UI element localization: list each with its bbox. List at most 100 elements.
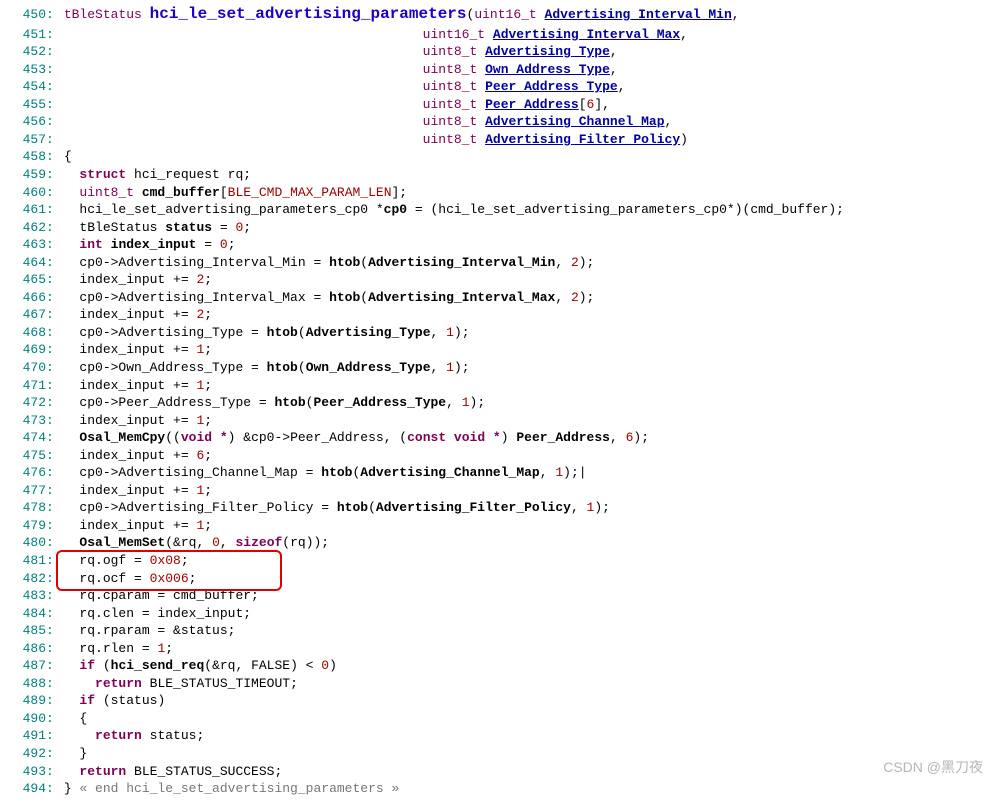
line-number: 462 xyxy=(0,219,46,237)
code-line: 490: { xyxy=(0,710,993,728)
code-content: cp0->Advertising_Filter_Policy = htob(Ad… xyxy=(64,499,610,517)
code-line: 474: Osal_MemCpy((void *) &cp0->Peer_Add… xyxy=(0,429,993,447)
code-content: Osal_MemSet(&rq, 0, sizeof(rq)); xyxy=(64,534,329,552)
line-number: 461 xyxy=(0,201,46,219)
code-content: cp0->Advertising_Interval_Max = htob(Adv… xyxy=(64,289,595,307)
code-content: cp0->Advertising_Type = htob(Advertising… xyxy=(64,324,470,342)
code-line: 481: rq.ogf = 0x08; xyxy=(0,552,993,570)
line-number: 482 xyxy=(0,570,46,588)
code-line: 457: uint8_t Advertising_Filter_Policy) xyxy=(0,131,993,149)
line-number: 475 xyxy=(0,447,46,465)
code-content: cp0->Advertising_Interval_Min = htob(Adv… xyxy=(64,254,595,272)
line-number: 490 xyxy=(0,710,46,728)
code-content: index_input += 1; xyxy=(64,517,212,535)
code-line: 488: return BLE_STATUS_TIMEOUT; xyxy=(0,675,993,693)
code-line: 469: index_input += 1; xyxy=(0,341,993,359)
line-number: 484 xyxy=(0,605,46,623)
code-line: 484: rq.clen = index_input; xyxy=(0,605,993,623)
code-content: index_input += 1; xyxy=(64,412,212,430)
code-line: 470: cp0->Own_Address_Type = htob(Own_Ad… xyxy=(0,359,993,377)
line-number: 453 xyxy=(0,61,46,79)
line-number: 456 xyxy=(0,113,46,131)
code-content: } « end hci_le_set_advertising_parameter… xyxy=(64,780,399,798)
code-content: index_input += 6; xyxy=(64,447,212,465)
line-number: 450 xyxy=(0,6,46,24)
line-number: 487 xyxy=(0,657,46,675)
code-line: 482: rq.ocf = 0x006; xyxy=(0,570,993,588)
code-content: uint8_t Peer_Address[6], xyxy=(64,96,610,114)
line-number: 480 xyxy=(0,534,46,552)
code-content: rq.ogf = 0x08; xyxy=(64,552,189,570)
line-number: 481 xyxy=(0,552,46,570)
line-number: 465 xyxy=(0,271,46,289)
code-line: 476: cp0->Advertising_Channel_Map = htob… xyxy=(0,464,993,482)
code-content: tBleStatus hci_le_set_advertising_parame… xyxy=(64,4,740,26)
code-content: if (hci_send_req(&rq, FALSE) < 0) xyxy=(64,657,337,675)
line-number: 466 xyxy=(0,289,46,307)
code-content: index_input += 1; xyxy=(64,377,212,395)
code-line: 460: uint8_t cmd_buffer[BLE_CMD_MAX_PARA… xyxy=(0,184,993,202)
code-line: 483: rq.cparam = cmd_buffer; xyxy=(0,587,993,605)
code-line: 479: index_input += 1; xyxy=(0,517,993,535)
code-line: 468: cp0->Advertising_Type = htob(Advert… xyxy=(0,324,993,342)
code-line: 467: index_input += 2; xyxy=(0,306,993,324)
code-line: 478: cp0->Advertising_Filter_Policy = ht… xyxy=(0,499,993,517)
code-line: 485: rq.rparam = &status; xyxy=(0,622,993,640)
code-content: uint8_t cmd_buffer[BLE_CMD_MAX_PARAM_LEN… xyxy=(64,184,407,202)
line-number: 469 xyxy=(0,341,46,359)
line-number: 491 xyxy=(0,727,46,745)
line-number: 473 xyxy=(0,412,46,430)
line-number: 486 xyxy=(0,640,46,658)
line-number: 458 xyxy=(0,148,46,166)
code-content: return BLE_STATUS_TIMEOUT; xyxy=(64,675,298,693)
line-number: 454 xyxy=(0,78,46,96)
code-line: 451: uint16_t Advertising_Interval_Max, xyxy=(0,26,993,44)
code-content: int index_input = 0; xyxy=(64,236,236,254)
line-number: 488 xyxy=(0,675,46,693)
line-number: 489 xyxy=(0,692,46,710)
code-line: 462: tBleStatus status = 0; xyxy=(0,219,993,237)
line-number: 472 xyxy=(0,394,46,412)
code-line: 486: rq.rlen = 1; xyxy=(0,640,993,658)
code-content: return BLE_STATUS_SUCCESS; xyxy=(64,763,282,781)
line-number: 464 xyxy=(0,254,46,272)
line-number: 459 xyxy=(0,166,46,184)
line-number: 494 xyxy=(0,780,46,798)
line-number: 483 xyxy=(0,587,46,605)
line-number: 467 xyxy=(0,306,46,324)
code-content: index_input += 2; xyxy=(64,306,212,324)
line-number: 492 xyxy=(0,745,46,763)
line-number: 468 xyxy=(0,324,46,342)
code-content: cp0->Advertising_Channel_Map = htob(Adve… xyxy=(64,464,587,482)
code-line: 494:} « end hci_le_set_advertising_param… xyxy=(0,780,993,798)
line-number: 457 xyxy=(0,131,46,149)
code-content: rq.ocf = 0x006; xyxy=(64,570,197,588)
line-number: 474 xyxy=(0,429,46,447)
code-content: } xyxy=(64,745,87,763)
code-line: 487: if (hci_send_req(&rq, FALSE) < 0) xyxy=(0,657,993,675)
line-number: 471 xyxy=(0,377,46,395)
line-number: 470 xyxy=(0,359,46,377)
line-number: 455 xyxy=(0,96,46,114)
code-line: 459: struct hci_request rq; xyxy=(0,166,993,184)
code-content: cp0->Peer_Address_Type = htob(Peer_Addre… xyxy=(64,394,485,412)
code-content: if (status) xyxy=(64,692,165,710)
line-number: 452 xyxy=(0,43,46,61)
code-line: 464: cp0->Advertising_Interval_Min = hto… xyxy=(0,254,993,272)
code-line: 450:tBleStatus hci_le_set_advertising_pa… xyxy=(0,4,993,26)
code-line: 455: uint8_t Peer_Address[6], xyxy=(0,96,993,114)
code-line: 453: uint8_t Own_Address_Type, xyxy=(0,61,993,79)
code-content: index_input += 1; xyxy=(64,341,212,359)
line-number: 460 xyxy=(0,184,46,202)
code-content: rq.clen = index_input; xyxy=(64,605,251,623)
code-line: 452: uint8_t Advertising_Type, xyxy=(0,43,993,61)
code-content: uint16_t Advertising_Interval_Max, xyxy=(64,26,688,44)
line-number: 476 xyxy=(0,464,46,482)
code-line: 492: } xyxy=(0,745,993,763)
code-content: rq.rlen = 1; xyxy=(64,640,173,658)
code-editor: 450:tBleStatus hci_le_set_advertising_pa… xyxy=(0,4,993,798)
code-line: 493: return BLE_STATUS_SUCCESS; xyxy=(0,763,993,781)
code-line: 477: index_input += 1; xyxy=(0,482,993,500)
code-line: 471: index_input += 1; xyxy=(0,377,993,395)
code-content: uint8_t Advertising_Filter_Policy) xyxy=(64,131,688,149)
